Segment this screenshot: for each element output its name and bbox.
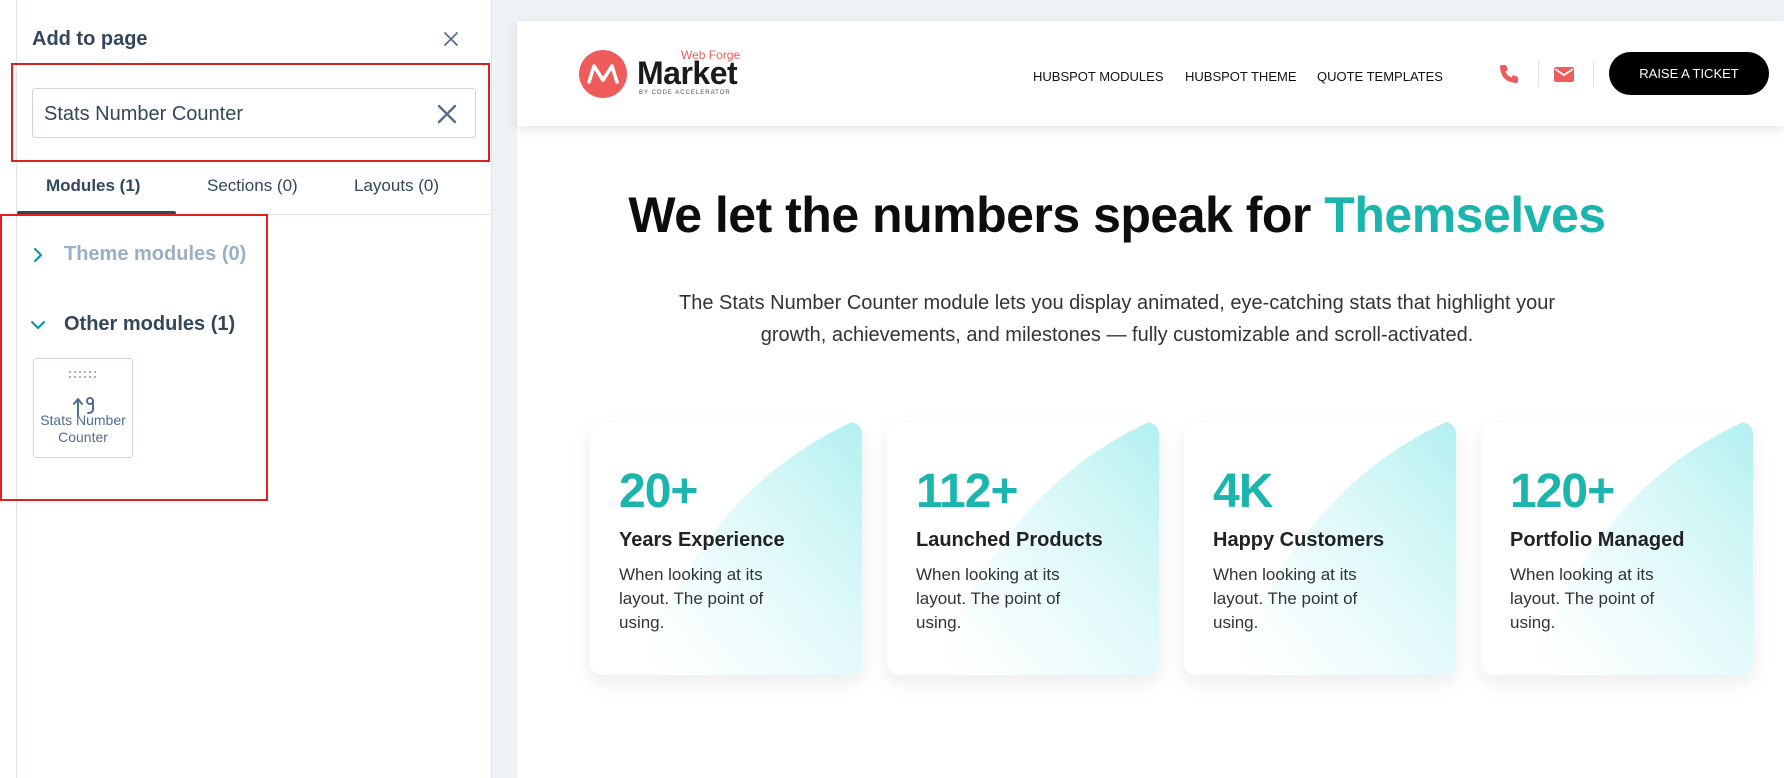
stat-card: 20+ Years Experience When looking at its… <box>590 422 862 675</box>
group-other-modules[interactable]: Other modules (1) <box>30 313 235 336</box>
hero-title-accent: Themselves <box>1324 187 1606 243</box>
close-icon[interactable] <box>440 28 462 50</box>
stat-card: 112+ Launched Products When looking at i… <box>887 422 1159 675</box>
email-icon[interactable] <box>1552 62 1576 86</box>
tab-modules[interactable]: Modules (1) <box>46 176 140 196</box>
module-card-label: Stats Number Counter <box>40 412 126 445</box>
panel-tabs: Modules (1) Sections (0) Layouts (0) <box>17 170 492 215</box>
tab-layouts[interactable]: Layouts (0) <box>354 176 439 196</box>
site-header: Web Forge Market BY CODE ACCELERATOR HUB… <box>517 21 1784 126</box>
logo-text: Market <box>637 55 738 91</box>
stat-title: Years Experience <box>619 529 785 551</box>
stat-title: Launched Products <box>916 529 1103 551</box>
nav-hubspot-theme[interactable]: HUBSPOT THEME <box>1185 69 1296 84</box>
stat-description: When looking at its layout. The point of… <box>1510 565 1655 632</box>
raise-ticket-button[interactable]: RAISE A TICKET <box>1609 52 1769 95</box>
logo-mark <box>579 50 627 98</box>
search-highlight-box <box>11 63 490 162</box>
module-card-stats-number-counter[interactable]: Stats Number Counter <box>33 358 133 458</box>
stat-title: Portfolio Managed <box>1510 529 1685 551</box>
stat-description: When looking at its layout. The point of… <box>1213 565 1358 632</box>
stat-card: 4K Happy Customers When looking at its l… <box>1184 422 1456 675</box>
nav-quote-templates[interactable]: QUOTE TEMPLATES <box>1317 69 1443 84</box>
stat-number: 20+ <box>619 465 698 518</box>
page-preview: Web Forge Market BY CODE ACCELERATOR HUB… <box>517 21 1784 778</box>
stat-number: 112+ <box>916 465 1018 518</box>
nav-hubspot-modules[interactable]: HUBSPOT MODULES <box>1033 69 1164 84</box>
hero-title: We let the numbers speak for Themselves <box>517 186 1717 244</box>
group-theme-modules[interactable]: Theme modules (0) <box>30 243 246 266</box>
stat-description: When looking at its layout. The point of… <box>619 565 764 632</box>
logo-subtext: BY CODE ACCELERATOR <box>639 90 731 96</box>
chevron-down-icon <box>31 320 45 329</box>
stat-title: Happy Customers <box>1213 529 1385 551</box>
phone-icon[interactable] <box>1497 62 1521 86</box>
panel-title: Add to page <box>32 28 148 50</box>
header-separator <box>1593 61 1594 87</box>
stat-card: 120+ Portfolio Managed When looking at i… <box>1481 422 1753 675</box>
tab-sections[interactable]: Sections (0) <box>207 176 298 196</box>
stat-number: 120+ <box>1510 465 1615 518</box>
group-theme-label: Theme modules (0) <box>64 243 247 265</box>
stat-description: When looking at its layout. The point of… <box>916 565 1061 632</box>
chevron-right-icon <box>34 247 42 262</box>
add-to-page-panel: Add to page Stats Number Counter Modules… <box>0 0 492 778</box>
group-other-label: Other modules (1) <box>64 313 236 335</box>
stat-number: 4K <box>1213 465 1273 518</box>
header-separator <box>1538 61 1539 87</box>
hero-description: The Stats Number Counter module lets you… <box>678 292 1555 346</box>
hero-title-main: We let the numbers speak for <box>628 187 1311 243</box>
drag-handle-icon[interactable] <box>68 370 98 380</box>
